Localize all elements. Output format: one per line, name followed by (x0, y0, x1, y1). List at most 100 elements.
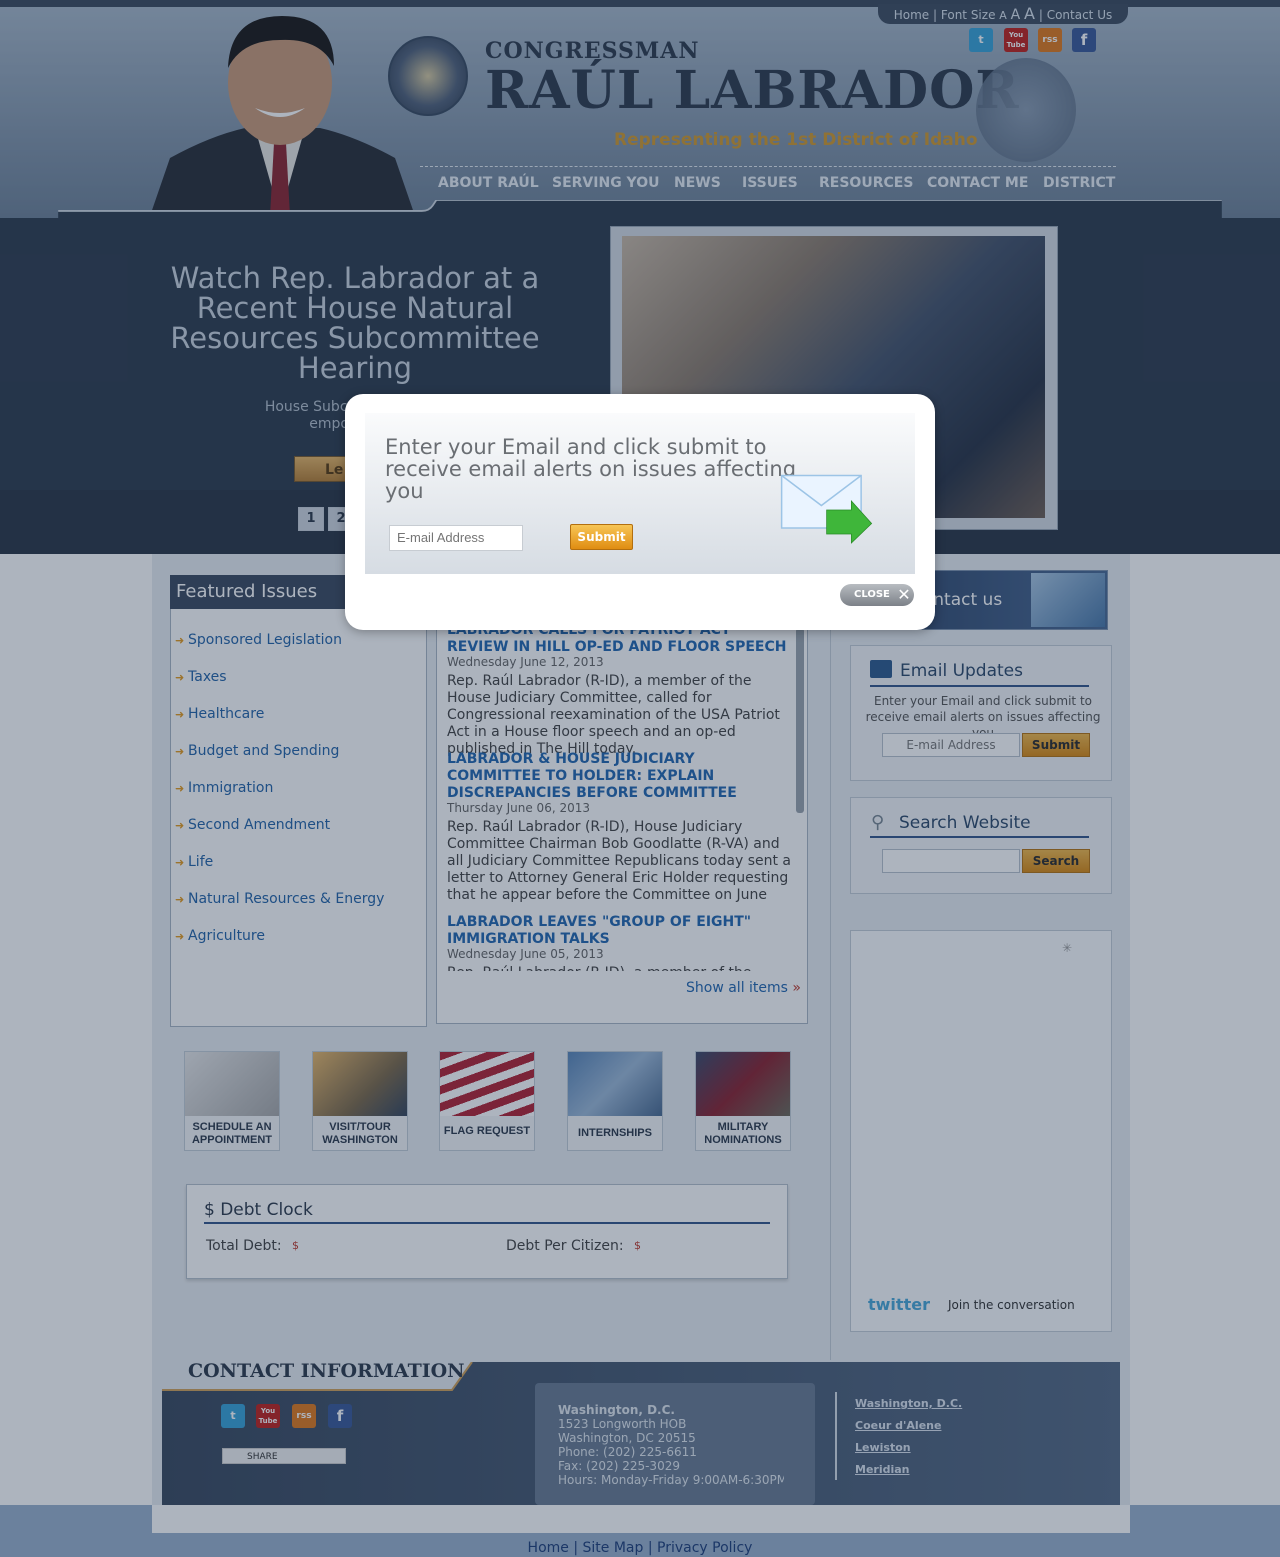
news-scrollbar[interactable] (796, 628, 804, 813)
office-list-divider (835, 1392, 837, 1480)
featured-item-sponsored-legislation[interactable]: Sponsored Legislation (188, 632, 342, 648)
header-twitter-icon[interactable]: t (969, 28, 993, 52)
calendar-image (185, 1052, 279, 1116)
debt-clock-panel (186, 1184, 788, 1279)
bullet-arrow-icon: ➜ (175, 634, 185, 647)
hero-page-1[interactable]: 1 (298, 507, 324, 531)
office-link-lewiston[interactable]: Lewiston (855, 1441, 911, 1454)
utility-bar: Home | Font Size A A A | Contact Us (878, 4, 1128, 24)
debt-clock-rule (204, 1222, 770, 1224)
bullet-arrow-icon: ➜ (175, 671, 185, 684)
sidebar-email-submit-button[interactable]: Submit (1022, 733, 1090, 757)
flag-image (440, 1052, 534, 1116)
chevron-right-icon: » (792, 980, 801, 996)
debt-clock-title: $ Debt Clock (204, 1200, 313, 1220)
tile-visit-tour[interactable]: VISIT/TOUR WASHINGTON (312, 1051, 408, 1151)
bullet-arrow-icon: ➜ (175, 893, 185, 906)
nav-district[interactable]: DISTRICT (1043, 175, 1115, 191)
total-debt-value: $ (292, 1239, 299, 1252)
bullet-arrow-icon: ➜ (175, 782, 185, 795)
office-link-coeur-dalene[interactable]: Coeur d'Alene (855, 1419, 941, 1432)
office-hours: Hours: Monday-Friday 9:00AM-6:30PM ET (558, 1473, 784, 1487)
footer-privacy-link[interactable]: Privacy Policy (657, 1540, 752, 1556)
header-curve (58, 200, 1222, 220)
debt-per-citizen-label: Debt Per Citizen: (506, 1238, 624, 1254)
tile-flag-request[interactable]: FLAG REQUEST (439, 1051, 535, 1151)
featured-item-life[interactable]: Life (188, 854, 213, 870)
featured-item-agriculture[interactable]: Agriculture (188, 928, 265, 944)
featured-item-immigration[interactable]: Immigration (188, 780, 273, 796)
envelope-arrow-icon (780, 474, 873, 544)
footer-rss-icon[interactable]: rss (292, 1404, 316, 1428)
office-fax: Fax: (202) 225-3029 (558, 1459, 680, 1473)
footer-home-link[interactable]: Home (528, 1540, 569, 1556)
show-all-link[interactable]: Show all items » (686, 980, 801, 996)
email-updates-title: Email Updates (900, 661, 1023, 681)
close-icon[interactable]: ✕ (893, 584, 915, 606)
modal-submit-button[interactable]: Submit (570, 524, 633, 550)
util-font-size-label: Font Size (940, 8, 996, 22)
footer-facebook-icon[interactable]: f (328, 1404, 352, 1428)
featured-item-natural-resources[interactable]: Natural Resources & Energy (188, 891, 384, 907)
office-name: Washington, D.C. (558, 1403, 675, 1417)
sidebar-search-input[interactable] (882, 849, 1020, 873)
featured-item-second-amendment[interactable]: Second Amendment (188, 817, 330, 833)
header-facebook-icon[interactable]: f (1072, 28, 1096, 52)
search-website-panel (850, 797, 1112, 894)
tile-internships[interactable]: INTERNSHIPS (567, 1051, 663, 1151)
news-body-1: Rep. Raúl Labrador (R-ID), a member of t… (447, 673, 780, 757)
footer-sitemap-link[interactable]: Site Map (583, 1540, 644, 1556)
featured-item-taxes[interactable]: Taxes (188, 669, 227, 685)
office-link-meridian[interactable]: Meridian (855, 1463, 910, 1476)
news-date-2: Thursday June 06, 2013 (447, 801, 590, 815)
modal-message: Enter your Email and click submit to rec… (385, 435, 797, 503)
news-date-3: Wednesday June 05, 2013 (447, 947, 604, 961)
twitter-join-text[interactable]: Join the conversation (948, 1298, 1075, 1312)
share-button[interactable]: SHARE (222, 1448, 346, 1464)
sidebar-email-input[interactable]: E-mail Address (882, 733, 1020, 757)
office-link-washington[interactable]: Washington, D.C. (855, 1397, 962, 1410)
footer-twitter-icon[interactable]: t (221, 1404, 245, 1428)
total-debt-label: Total Debt: (206, 1238, 282, 1254)
office-phone: Phone: (202) 225-6611 (558, 1445, 697, 1459)
bullet-arrow-icon: ➜ (175, 708, 185, 721)
util-home-link[interactable]: Home (894, 8, 929, 22)
idaho-state-seal (976, 58, 1076, 162)
nav-serving-you[interactable]: SERVING YOU (552, 175, 659, 191)
news-title-3[interactable]: LABRADOR LEAVES "GROUP OF EIGHT" IMMIGRA… (447, 914, 792, 948)
nav-contact-me[interactable]: CONTACT ME (927, 175, 1028, 191)
loading-spinner-icon: ✳ (1062, 941, 1073, 955)
sidebar-search-button[interactable]: Search (1022, 849, 1090, 873)
featured-item-budget[interactable]: Budget and Spending (188, 743, 339, 759)
header-youtube-icon[interactable]: You Tube (1004, 28, 1028, 52)
search-website-title: Search Website (899, 813, 1031, 833)
util-contact-link[interactable]: Contact Us (1047, 8, 1113, 22)
font-size-medium[interactable]: A (1011, 7, 1021, 23)
nav-news[interactable]: NEWS (674, 175, 721, 191)
hero-title[interactable]: Watch Rep. Labrador at a Recent House Na… (170, 263, 540, 383)
footer-youtube-icon[interactable]: You Tube (256, 1404, 280, 1428)
twitter-logo[interactable]: twitter (868, 1295, 930, 1314)
handshake-image (568, 1052, 662, 1116)
tile-schedule-appointment[interactable]: SCHEDULE AN APPOINTMENT (184, 1051, 280, 1151)
main-nav: ABOUT RAÚL SERVING YOU NEWS ISSUES RESOU… (420, 166, 1116, 201)
modal-email-input[interactable] (389, 525, 523, 551)
header-rss-icon[interactable]: rss (1038, 28, 1062, 52)
office-street: 1523 Longworth HOB (558, 1417, 687, 1431)
congressman-name[interactable]: RAÚL LABRADOR (485, 60, 1020, 121)
news-date-1: Wednesday June 12, 2013 (447, 655, 604, 669)
font-size-small[interactable]: A (999, 9, 1007, 22)
nav-resources[interactable]: RESOURCES (819, 175, 913, 191)
nav-issues[interactable]: ISSUES (742, 175, 798, 191)
news-body-3: Rep. Raúl Labrador (R-ID), a member of t… (447, 965, 792, 971)
contact-information-heading: CONTACT INFORMATION (188, 1360, 465, 1382)
font-size-large[interactable]: A (1024, 4, 1035, 23)
envelope-icon (870, 660, 892, 678)
featured-item-healthcare[interactable]: Healthcare (188, 706, 264, 722)
debt-per-citizen-value: $ (634, 1239, 641, 1252)
bullet-arrow-icon: ➜ (175, 745, 185, 758)
nav-about[interactable]: ABOUT RAÚL (438, 175, 539, 191)
tile-military-nominations[interactable]: MILITARY NOMINATIONS (695, 1051, 791, 1151)
military-image (696, 1052, 790, 1116)
news-title-2[interactable]: LABRADOR & HOUSE JUDICIARY COMMITTEE TO … (447, 751, 792, 802)
